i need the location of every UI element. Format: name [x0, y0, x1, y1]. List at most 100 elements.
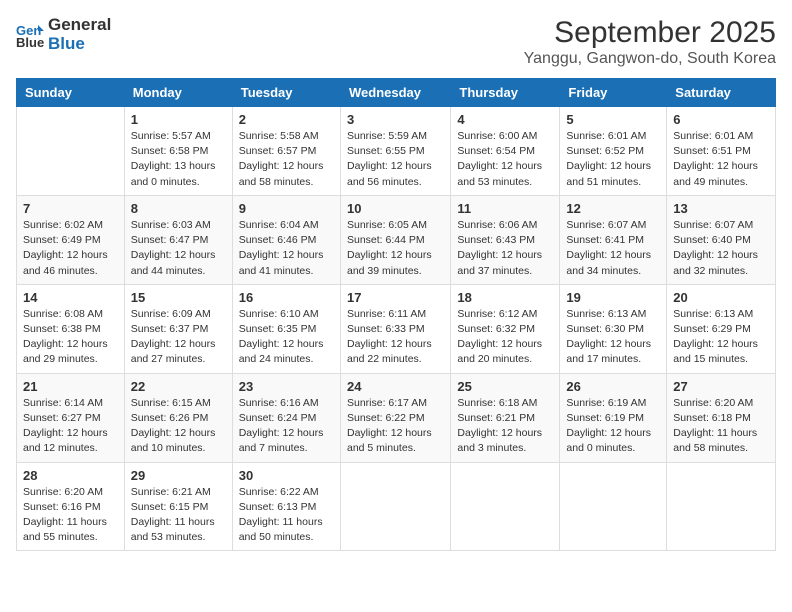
day-number: 25 — [457, 379, 553, 394]
day-info: Sunrise: 6:22 AM Sunset: 6:13 PM Dayligh… — [239, 485, 334, 546]
day-number: 29 — [131, 468, 226, 483]
calendar-cell: 7 Sunrise: 6:02 AM Sunset: 6:49 PM Daylig… — [17, 195, 125, 284]
calendar-cell: 28Sunrise: 6:20 AM Sunset: 6:16 PM Dayli… — [17, 462, 125, 551]
weekday-header: Monday — [124, 79, 232, 107]
logo-line1: General — [48, 16, 111, 35]
calendar-cell: 18Sunrise: 6:12 AM Sunset: 6:32 PM Dayli… — [451, 284, 560, 373]
day-info: Sunrise: 6:12 AM Sunset: 6:32 PM Dayligh… — [457, 307, 553, 368]
title-block: September 2025 Yanggu, Gangwon-do, South… — [524, 16, 776, 68]
day-info: Sunrise: 6:17 AM Sunset: 6:22 PM Dayligh… — [347, 396, 444, 457]
weekday-header: Sunday — [17, 79, 125, 107]
calendar-cell: 30 Sunrise: 6:22 AM Sunset: 6:13 PM Dayli… — [232, 462, 340, 551]
calendar-cell: 3 Sunrise: 5:59 AM Sunset: 6:55 PM Daylig… — [340, 107, 450, 196]
day-number: 16 — [239, 290, 334, 305]
day-info: Sunrise: 6:04 AM Sunset: 6:46 PM Dayligh… — [239, 218, 334, 279]
day-info: Sunrise: 6:08 AM Sunset: 6:38 PM Dayligh… — [23, 307, 118, 368]
day-info: Sunrise: 6:07 AM Sunset: 6:41 PM Dayligh… — [566, 218, 660, 279]
calendar-cell: 26 Sunrise: 6:19 AM Sunset: 6:19 PM Dayli… — [560, 373, 667, 462]
day-info: Sunrise: 6:03 AM Sunset: 6:47 PM Dayligh… — [131, 218, 226, 279]
calendar-cell: 2 Sunrise: 5:58 AM Sunset: 6:57 PM Daylig… — [232, 107, 340, 196]
weekday-header: Wednesday — [340, 79, 450, 107]
day-number: 10 — [347, 201, 444, 216]
day-info: Sunrise: 6:01 AM Sunset: 6:52 PM Dayligh… — [566, 129, 660, 190]
calendar-cell: 25 Sunrise: 6:18 AM Sunset: 6:21 PM Dayli… — [451, 373, 560, 462]
calendar-week-row: 7 Sunrise: 6:02 AM Sunset: 6:49 PM Daylig… — [17, 195, 776, 284]
day-info: Sunrise: 6:11 AM Sunset: 6:33 PM Dayligh… — [347, 307, 444, 368]
day-number: 23 — [239, 379, 334, 394]
calendar-cell: 9Sunrise: 6:04 AM Sunset: 6:46 PM Daylig… — [232, 195, 340, 284]
calendar-cell: 14 Sunrise: 6:08 AM Sunset: 6:38 PM Dayli… — [17, 284, 125, 373]
calendar-cell — [667, 462, 776, 551]
calendar-cell: 17Sunrise: 6:11 AM Sunset: 6:33 PM Dayli… — [340, 284, 450, 373]
calendar-week-row: 21Sunrise: 6:14 AM Sunset: 6:27 PM Dayli… — [17, 373, 776, 462]
calendar-week-row: 1Sunrise: 5:57 AM Sunset: 6:58 PM Daylig… — [17, 107, 776, 196]
page-subtitle: Yanggu, Gangwon-do, South Korea — [524, 50, 776, 68]
calendar-cell: 24 Sunrise: 6:17 AM Sunset: 6:22 PM Dayli… — [340, 373, 450, 462]
day-number: 5 — [566, 112, 660, 127]
day-number: 1 — [131, 112, 226, 127]
day-info: Sunrise: 6:02 AM Sunset: 6:49 PM Dayligh… — [23, 218, 118, 279]
day-number: 2 — [239, 112, 334, 127]
logo-line2: Blue — [48, 35, 111, 54]
calendar-cell: 22Sunrise: 6:15 AM Sunset: 6:26 PM Dayli… — [124, 373, 232, 462]
day-number: 15 — [131, 290, 226, 305]
day-info: Sunrise: 6:10 AM Sunset: 6:35 PM Dayligh… — [239, 307, 334, 368]
calendar-cell: 27Sunrise: 6:20 AM Sunset: 6:18 PM Dayli… — [667, 373, 776, 462]
day-number: 19 — [566, 290, 660, 305]
calendar-cell: 5 Sunrise: 6:01 AM Sunset: 6:52 PM Daylig… — [560, 107, 667, 196]
calendar-cell: 21Sunrise: 6:14 AM Sunset: 6:27 PM Dayli… — [17, 373, 125, 462]
page-title: September 2025 — [524, 16, 776, 50]
day-number: 20 — [673, 290, 769, 305]
calendar-cell — [340, 462, 450, 551]
page-header: Gen Blue General Blue September 2025 Yan… — [16, 16, 776, 68]
calendar-cell: 15Sunrise: 6:09 AM Sunset: 6:37 PM Dayli… — [124, 284, 232, 373]
calendar-cell: 20 Sunrise: 6:13 AM Sunset: 6:29 PM Dayli… — [667, 284, 776, 373]
calendar-cell: 12 Sunrise: 6:07 AM Sunset: 6:41 PM Dayli… — [560, 195, 667, 284]
calendar-cell: 23 Sunrise: 6:16 AM Sunset: 6:24 PM Dayli… — [232, 373, 340, 462]
day-number: 28 — [23, 468, 118, 483]
day-info: Sunrise: 6:19 AM Sunset: 6:19 PM Dayligh… — [566, 396, 660, 457]
day-number: 14 — [23, 290, 118, 305]
day-info: Sunrise: 6:13 AM Sunset: 6:29 PM Dayligh… — [673, 307, 769, 368]
day-info: Sunrise: 6:00 AM Sunset: 6:54 PM Dayligh… — [457, 129, 553, 190]
day-number: 11 — [457, 201, 553, 216]
calendar-cell — [451, 462, 560, 551]
day-number: 4 — [457, 112, 553, 127]
calendar-cell: 19 Sunrise: 6:13 AM Sunset: 6:30 PM Dayli… — [560, 284, 667, 373]
day-number: 27 — [673, 379, 769, 394]
day-info: Sunrise: 6:07 AM Sunset: 6:40 PM Dayligh… — [673, 218, 769, 279]
logo-icon: Gen Blue — [16, 21, 44, 49]
weekday-header: Saturday — [667, 79, 776, 107]
calendar-cell: 6Sunrise: 6:01 AM Sunset: 6:51 PM Daylig… — [667, 107, 776, 196]
day-number: 7 — [23, 201, 118, 216]
calendar-table: SundayMondayTuesdayWednesdayThursdayFrid… — [16, 78, 776, 551]
day-number: 3 — [347, 112, 444, 127]
calendar-week-row: 14 Sunrise: 6:08 AM Sunset: 6:38 PM Dayli… — [17, 284, 776, 373]
day-info: Sunrise: 6:13 AM Sunset: 6:30 PM Dayligh… — [566, 307, 660, 368]
day-number: 12 — [566, 201, 660, 216]
day-info: Sunrise: 6:01 AM Sunset: 6:51 PM Dayligh… — [673, 129, 769, 190]
calendar-cell: 11Sunrise: 6:06 AM Sunset: 6:43 PM Dayli… — [451, 195, 560, 284]
weekday-header: Tuesday — [232, 79, 340, 107]
calendar-cell — [17, 107, 125, 196]
day-info: Sunrise: 6:05 AM Sunset: 6:44 PM Dayligh… — [347, 218, 444, 279]
day-info: Sunrise: 6:18 AM Sunset: 6:21 PM Dayligh… — [457, 396, 553, 457]
calendar-cell: 10 Sunrise: 6:05 AM Sunset: 6:44 PM Dayli… — [340, 195, 450, 284]
logo: Gen Blue General Blue — [16, 16, 111, 53]
day-info: Sunrise: 6:14 AM Sunset: 6:27 PM Dayligh… — [23, 396, 118, 457]
calendar-cell: 16 Sunrise: 6:10 AM Sunset: 6:35 PM Dayli… — [232, 284, 340, 373]
calendar-cell: 4 Sunrise: 6:00 AM Sunset: 6:54 PM Daylig… — [451, 107, 560, 196]
day-info: Sunrise: 5:59 AM Sunset: 6:55 PM Dayligh… — [347, 129, 444, 190]
day-number: 13 — [673, 201, 769, 216]
day-number: 30 — [239, 468, 334, 483]
day-number: 24 — [347, 379, 444, 394]
day-info: Sunrise: 5:58 AM Sunset: 6:57 PM Dayligh… — [239, 129, 334, 190]
day-number: 26 — [566, 379, 660, 394]
weekday-header-row: SundayMondayTuesdayWednesdayThursdayFrid… — [17, 79, 776, 107]
calendar-week-row: 28Sunrise: 6:20 AM Sunset: 6:16 PM Dayli… — [17, 462, 776, 551]
calendar-cell: 13 Sunrise: 6:07 AM Sunset: 6:40 PM Dayli… — [667, 195, 776, 284]
day-info: Sunrise: 6:16 AM Sunset: 6:24 PM Dayligh… — [239, 396, 334, 457]
weekday-header: Thursday — [451, 79, 560, 107]
day-info: Sunrise: 6:21 AM Sunset: 6:15 PM Dayligh… — [131, 485, 226, 546]
weekday-header: Friday — [560, 79, 667, 107]
